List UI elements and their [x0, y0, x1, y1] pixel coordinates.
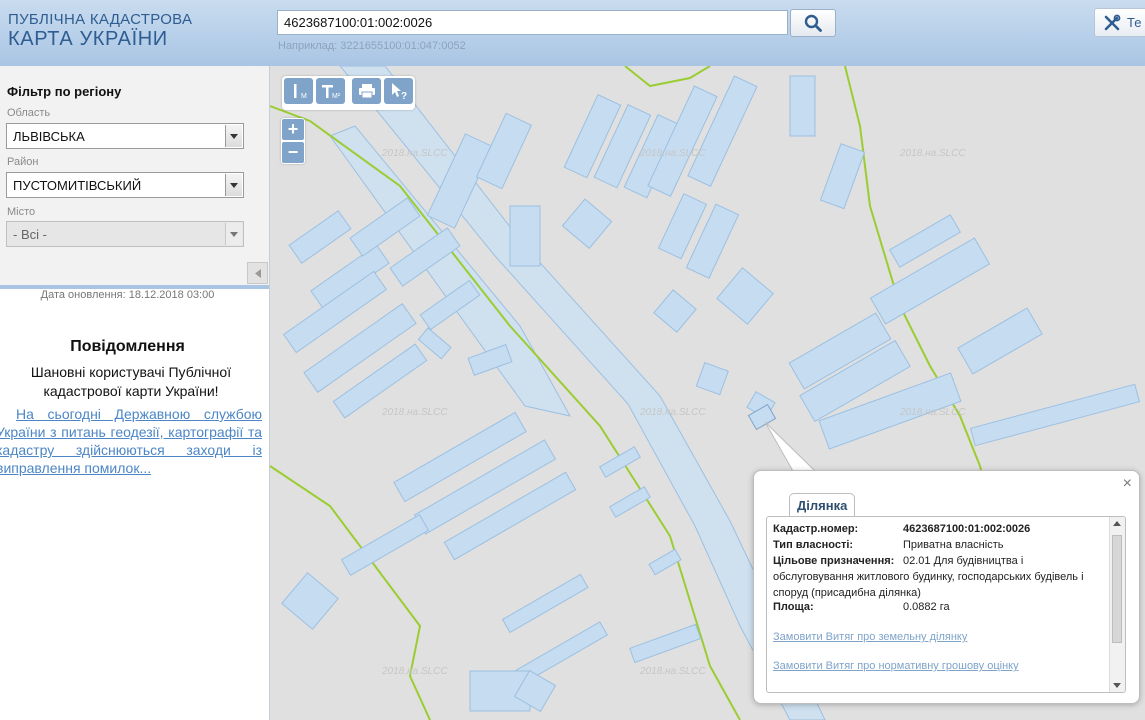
logo-line-2: КАРТА УКРАЇНИ [8, 28, 168, 50]
chevron-down-icon [225, 125, 242, 147]
map-watermark: 2018.нa.SLCC [639, 148, 706, 159]
update-date: Дата оновлення: 18.12.2018 03:00 [40, 289, 215, 301]
purpose-value-line-2: обслуговування житлового будинку, господ… [773, 571, 1084, 583]
identify-button[interactable]: ? [384, 78, 413, 104]
city-label: Місто [7, 206, 36, 218]
zoom-control: + − [281, 118, 305, 164]
popup-scrollbar[interactable] [1109, 517, 1125, 692]
tools-button-label: Те [1127, 15, 1142, 30]
filter-title: Фільтр по регіону [7, 84, 122, 99]
tools-button[interactable]: Те [1094, 8, 1145, 37]
order-valuation-extract-link[interactable]: Замовити Витяг про нормативну грошову оц… [773, 660, 1019, 672]
sidebar: Фільтр по регіону Область ЛЬВІВСЬКА Райо… [0, 66, 270, 720]
map-watermark: 2018.нa.SLCC [639, 407, 706, 418]
map-watermark: 2018.нa.SLCC [381, 148, 448, 159]
zoom-in-button[interactable]: + [282, 119, 304, 140]
chevron-down-icon [225, 223, 242, 245]
chevron-down-icon [225, 174, 242, 196]
identify-cursor-icon: ? [391, 83, 407, 100]
region-select[interactable]: ЛЬВІВСЬКА [6, 123, 244, 149]
measure-area-button[interactable]: М² [316, 78, 345, 104]
parcel-info-popup: × Ділянка Кадастр.номер: 4623687100:01:0… [753, 470, 1140, 704]
area-label: Площа: [773, 601, 814, 613]
district-select-value: ПУСТОМИТІВСЬКИЙ [13, 178, 142, 193]
cadastral-number-label: Кадастр.номер: [773, 523, 859, 535]
ownership-type-value: Приватна власність [903, 539, 1004, 551]
notice-text: Шановні користувачі Публічної кадастрово… [30, 364, 232, 399]
order-parcel-extract-link[interactable]: Замовити Витяг про земельну ділянку [773, 631, 967, 643]
region-select-value: ЛЬВІВСЬКА [13, 129, 85, 144]
cadastral-map[interactable]: 2018.нa.SLCC 2018.нa.SLCC 2018.нa.SLCC 2… [270, 66, 1145, 720]
svg-text:?: ? [401, 91, 407, 100]
collapse-sidebar-button[interactable] [247, 262, 268, 284]
map-toolbar: М М² ? [282, 76, 415, 110]
scroll-up-icon[interactable] [1113, 521, 1121, 526]
close-icon[interactable]: × [1123, 475, 1132, 493]
purpose-value-line-3: споруд (присадибна ділянка) [773, 587, 921, 599]
district-select[interactable]: ПУСТОМИТІВСЬКИЙ [6, 172, 244, 198]
purpose-label: Цільове призначення: [773, 555, 895, 567]
logo-line-1: ПУБЛІЧНА КАДАСТРОВА [8, 11, 193, 28]
purpose-value-line-1: 02.01 Для будівництва і [903, 555, 1024, 567]
scroll-down-icon[interactable] [1113, 683, 1121, 688]
site-logo[interactable]: ПУБЛІЧНА КАДАСТРОВА КАРТА УКРАЇНИ [8, 11, 192, 50]
area-measure-icon: М² [321, 85, 341, 100]
ownership-type-label: Тип власності: [773, 539, 854, 551]
boundary-line [624, 66, 711, 88]
map-watermark: 2018.нa.SLCC [899, 407, 966, 418]
cadastral-number-value: 4623687100:01:002:0026 [903, 523, 1031, 535]
map-watermark: 2018.нa.SLCC [899, 148, 966, 159]
tools-icon [1104, 14, 1121, 30]
city-select-value: - Всі - [13, 227, 47, 242]
chevron-left-icon [254, 268, 261, 278]
region-filter-panel: Фільтр по регіону Область ЛЬВІВСЬКА Райо… [0, 66, 269, 289]
popup-pointer [765, 422, 815, 472]
map-watermark: 2018.нa.SLCC [381, 407, 448, 418]
map-watermark: 2018.нa.SLCC [381, 666, 448, 677]
zoom-out-button[interactable]: − [282, 142, 304, 163]
notice-link[interactable]: На сьогодні Державною службою України з … [0, 405, 262, 477]
region-label: Область [7, 107, 51, 119]
search-button[interactable] [790, 9, 836, 37]
area-value: 0.0882 га [903, 601, 950, 613]
district-label: Район [7, 156, 39, 168]
print-icon [358, 84, 375, 99]
notice-title: Повідомлення [70, 338, 185, 355]
search-example-hint: Наприклад: 3221655100:01:047:0052 [278, 40, 466, 52]
scrollbar-thumb[interactable] [1112, 535, 1122, 643]
header: ПУБЛІЧНА КАДАСТРОВА КАРТА УКРАЇНИ Наприк… [0, 0, 1145, 67]
map-watermark: 2018.нa.SLCC [639, 666, 706, 677]
tab-parcel[interactable]: Ділянка [789, 493, 856, 517]
ruler-icon: М [293, 84, 307, 100]
cadastral-search-input[interactable] [277, 10, 788, 35]
popup-content: Кадастр.номер: 4623687100:01:002:0026 Ти… [766, 516, 1126, 693]
print-button[interactable] [352, 78, 381, 104]
area-unit: М² [332, 93, 341, 100]
search-icon [804, 14, 822, 32]
measure-distance-button[interactable]: М [284, 78, 313, 104]
ruler-unit: М [301, 93, 307, 100]
city-select[interactable]: - Всі - [6, 221, 244, 247]
